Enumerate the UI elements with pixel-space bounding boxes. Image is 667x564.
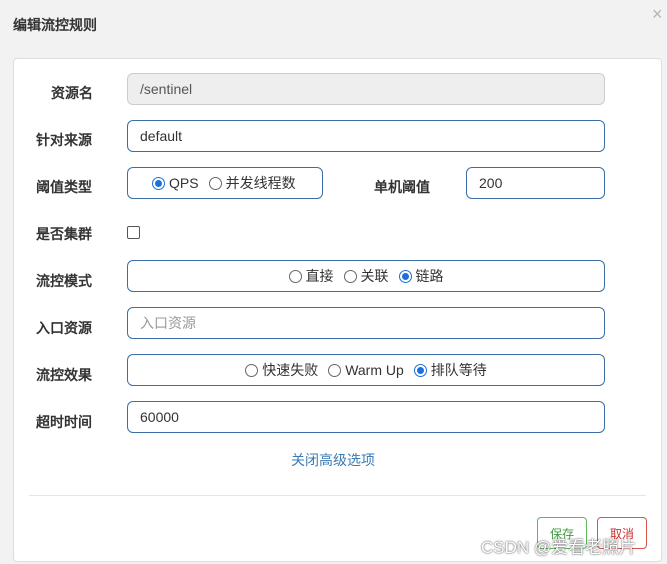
behavior-option-queue[interactable]: 排队等待 (413, 360, 487, 380)
radio-selected-icon[interactable] (398, 269, 412, 283)
resource-name-label: 资源名 (51, 85, 93, 101)
radio-label: 直接 (305, 268, 334, 284)
limit-app-input[interactable] (127, 120, 605, 152)
grade-label: 阈值类型 (36, 179, 92, 195)
radio-icon[interactable] (343, 269, 357, 283)
radio-selected-icon[interactable] (152, 176, 165, 190)
grade-option-qps[interactable]: QPS (152, 175, 199, 191)
close-icon[interactable]: × (652, 5, 663, 23)
grade-option-threads[interactable]: 并发线程数 (208, 173, 296, 193)
strategy-option-chain[interactable]: 链路 (398, 266, 444, 286)
behavior-option-fail-fast[interactable]: 快速失败 (245, 360, 318, 380)
entry-resource-input[interactable] (127, 307, 605, 339)
watermark: CSDN @爱看老照片 (481, 538, 637, 557)
radio-icon[interactable] (328, 363, 342, 377)
timeout-input[interactable] (127, 401, 605, 433)
timeout-label: 超时时间 (36, 414, 92, 430)
limit-app-label: 针对来源 (36, 132, 92, 148)
control-behavior-label: 流控效果 (36, 367, 92, 383)
resource-name-field: /sentinel (127, 73, 605, 105)
radio-label: 排队等待 (430, 362, 487, 378)
cluster-label: 是否集群 (36, 226, 92, 242)
radio-selected-icon[interactable] (413, 363, 427, 377)
close-advanced-options-link[interactable]: 关闭高级选项 (291, 450, 375, 470)
radio-icon[interactable] (245, 363, 259, 377)
strategy-radio-group: 直接 关联 链路 (127, 260, 605, 292)
threshold-input[interactable] (466, 167, 605, 199)
strategy-option-relate[interactable]: 关联 (343, 266, 389, 286)
behavior-option-warm-up[interactable]: Warm Up (328, 362, 404, 378)
cluster-checkbox[interactable] (127, 226, 140, 239)
radio-label: 快速失败 (262, 362, 319, 378)
radio-icon[interactable] (208, 176, 222, 190)
radio-label: QPS (169, 175, 199, 191)
radio-icon[interactable] (288, 269, 302, 283)
entry-resource-label: 入口资源 (36, 320, 92, 336)
radio-label: Warm Up (345, 362, 404, 378)
threshold-label: 单机阈值 (374, 179, 430, 195)
radio-label: 链路 (415, 268, 444, 284)
dialog-title: 编辑流控规则 (13, 17, 97, 33)
radio-label: 关联 (360, 268, 389, 284)
radio-label: 并发线程数 (225, 175, 296, 191)
strategy-option-direct[interactable]: 直接 (288, 266, 334, 286)
footer-divider (29, 495, 646, 496)
control-behavior-radio-group: 快速失败 Warm Up 排队等待 (127, 354, 605, 386)
strategy-label: 流控模式 (36, 273, 92, 289)
grade-radio-group: QPS 并发线程数 (127, 167, 323, 199)
